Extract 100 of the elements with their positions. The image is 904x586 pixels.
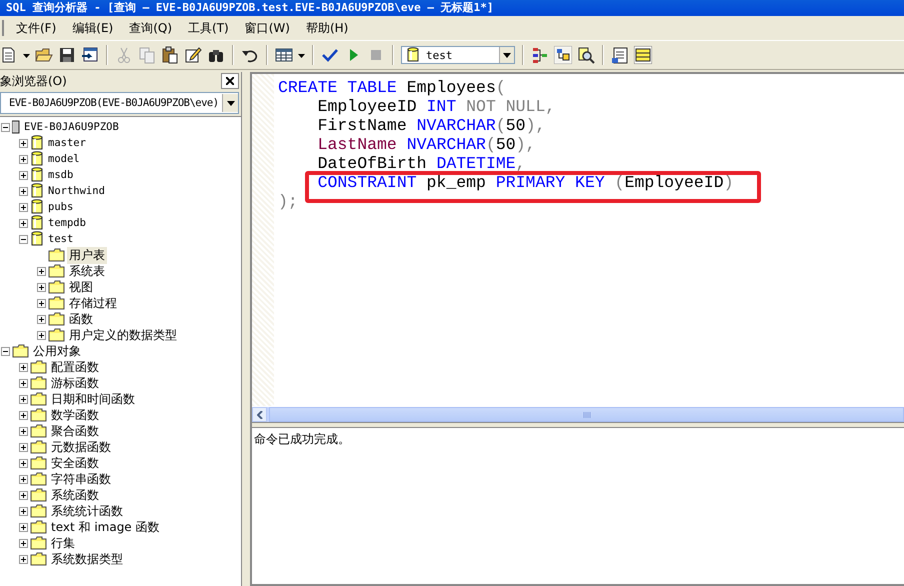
tree-item[interactable]: 元数据函数: [49, 438, 113, 456]
tree-item[interactable]: 公用对象: [31, 342, 83, 360]
tree-item[interactable]: test: [46, 233, 76, 245]
tree-item[interactable]: text 和 image 函数: [49, 518, 162, 536]
expand-toggle[interactable]: [19, 378, 28, 388]
tree-item[interactable]: 字符串函数: [49, 470, 113, 488]
collapse-toggle[interactable]: [19, 234, 28, 244]
tree-item[interactable]: 数学函数: [49, 406, 101, 424]
expand-toggle[interactable]: [19, 458, 28, 468]
table-icon[interactable]: [634, 46, 652, 64]
code-line: CREATE TABLE Employees(: [278, 78, 507, 97]
menu-item[interactable]: 编辑(E): [65, 18, 120, 38]
caret-icon: [226, 100, 234, 106]
expand-toggle[interactable]: [19, 138, 28, 148]
tree-item[interactable]: master: [46, 137, 88, 149]
tree-item[interactable]: 日期和时间函数: [49, 390, 137, 408]
folder-icon: [30, 536, 47, 550]
expand-toggle[interactable]: [19, 362, 28, 372]
code-line: CONSTRAINT pk_emp PRIMARY KEY (EmployeeID): [278, 173, 734, 192]
server-dropdown[interactable]: EVE-B0JA6U9PZOB(EVE-B0JA6U9PZOB\eve): [0, 92, 239, 114]
tree-item[interactable]: msdb: [46, 169, 76, 181]
menu-item[interactable]: 工具(T): [181, 18, 236, 38]
diagram-icon[interactable]: [531, 46, 549, 64]
caret-icon: [503, 52, 511, 58]
folder-icon: [30, 392, 47, 406]
tree-item[interactable]: 系统表: [67, 262, 107, 280]
folder-icon: [30, 360, 47, 374]
edit-icon[interactable]: [184, 46, 202, 64]
open-folder-icon[interactable]: [35, 46, 53, 64]
tree-item[interactable]: 用户表: [67, 246, 107, 264]
tree-item[interactable]: model: [46, 153, 82, 165]
expand-toggle[interactable]: [19, 426, 28, 436]
folder-icon: [30, 408, 47, 422]
tree-item[interactable]: 系统统计函数: [49, 502, 125, 520]
database-dropdown[interactable]: test: [401, 46, 515, 64]
tree-item[interactable]: 行集: [49, 534, 77, 552]
expand-toggle[interactable]: [19, 522, 28, 532]
paste-icon[interactable]: [161, 46, 179, 64]
database-icon: [30, 167, 44, 183]
database-name: test: [426, 48, 452, 62]
menu-item[interactable]: 文件(F): [9, 18, 64, 38]
folder-icon: [30, 376, 47, 390]
folder-icon: [30, 472, 47, 486]
tree-item[interactable]: EVE-B0JA6U9PZOB: [22, 121, 121, 133]
query-editor[interactable]: CREATE TABLE Employees( EmployeeID INT NOT NULL, FirstName NVARCHAR(50), LastName NVARCHAR(50), DateOfBirth DATETIME, CONSTRAINT pk_emp PRIMARY KEY (EmployeeID) );: [252, 74, 904, 406]
folder-icon: [48, 280, 65, 294]
tree-item[interactable]: Northwind: [46, 185, 107, 197]
expand-toggle[interactable]: [19, 554, 28, 564]
load-script-icon[interactable]: [81, 46, 99, 64]
folder-icon: [48, 328, 65, 342]
menu-item[interactable]: 窗口(W): [238, 18, 297, 38]
tree-item[interactable]: 系统数据类型: [49, 550, 125, 568]
expand-toggle[interactable]: [19, 490, 28, 500]
menu-item[interactable]: 帮助(H): [298, 18, 356, 38]
expand-toggle[interactable]: [19, 218, 28, 228]
grid-icon[interactable]: [275, 46, 293, 64]
tree-item[interactable]: 系统函数: [49, 486, 101, 504]
expand-toggle[interactable]: [19, 474, 28, 484]
expand-toggle[interactable]: [19, 410, 28, 420]
expand-toggle[interactable]: [19, 394, 28, 404]
tree-item[interactable]: 游标函数: [49, 374, 101, 392]
database-icon: [406, 47, 420, 63]
expand-toggle[interactable]: [37, 314, 46, 324]
expand-toggle[interactable]: [37, 298, 46, 308]
tree-item[interactable]: 视图: [67, 278, 95, 296]
expand-toggle[interactable]: [19, 186, 28, 196]
code-line: FirstName NVARCHAR(50),: [316, 116, 546, 135]
expand-toggle[interactable]: [37, 266, 46, 276]
properties-icon[interactable]: [611, 46, 629, 64]
expand-toggle[interactable]: [19, 170, 28, 180]
expand-toggle[interactable]: [19, 154, 28, 164]
objects-icon[interactable]: [554, 46, 572, 64]
tree-item[interactable]: 聚合函数: [49, 422, 101, 440]
tree-item[interactable]: 用户定义的数据类型: [67, 326, 179, 344]
expand-toggle[interactable]: [37, 330, 46, 340]
tree-item[interactable]: 安全函数: [49, 454, 101, 472]
folder-icon: [48, 264, 65, 278]
tree-item[interactable]: 存储过程: [67, 294, 119, 312]
database-icon: [30, 215, 44, 231]
expand-toggle[interactable]: [19, 202, 28, 212]
expand-toggle[interactable]: [19, 538, 28, 548]
expand-toggle[interactable]: [37, 282, 46, 292]
folder-icon: [30, 504, 47, 518]
zoom-icon[interactable]: [577, 46, 595, 64]
menu-item[interactable]: 查询(Q): [122, 18, 180, 38]
folder-icon: [30, 456, 47, 470]
collapse-toggle[interactable]: [1, 346, 10, 356]
collapse-toggle[interactable]: [1, 122, 10, 132]
expand-toggle[interactable]: [19, 506, 28, 516]
window-title: SQL 查询分析器 - [查询 — EVE-B0JA6U9PZOB.test.EVE-B0JA6U9PZOB\eve — 无标题1*]: [6, 1, 494, 15]
tree-item[interactable]: tempdb: [46, 217, 88, 229]
code-line: DateOfBirth DATETIME,: [316, 154, 527, 173]
server-icon: [12, 120, 20, 134]
tree-item[interactable]: 配置函数: [49, 358, 101, 376]
tree-item[interactable]: pubs: [46, 201, 76, 213]
scroll-left-icon[interactable]: [256, 410, 262, 418]
expand-toggle[interactable]: [19, 442, 28, 452]
tree-item[interactable]: 函数: [67, 310, 95, 328]
save-icon[interactable]: [58, 46, 76, 64]
close-button[interactable]: [221, 73, 239, 89]
